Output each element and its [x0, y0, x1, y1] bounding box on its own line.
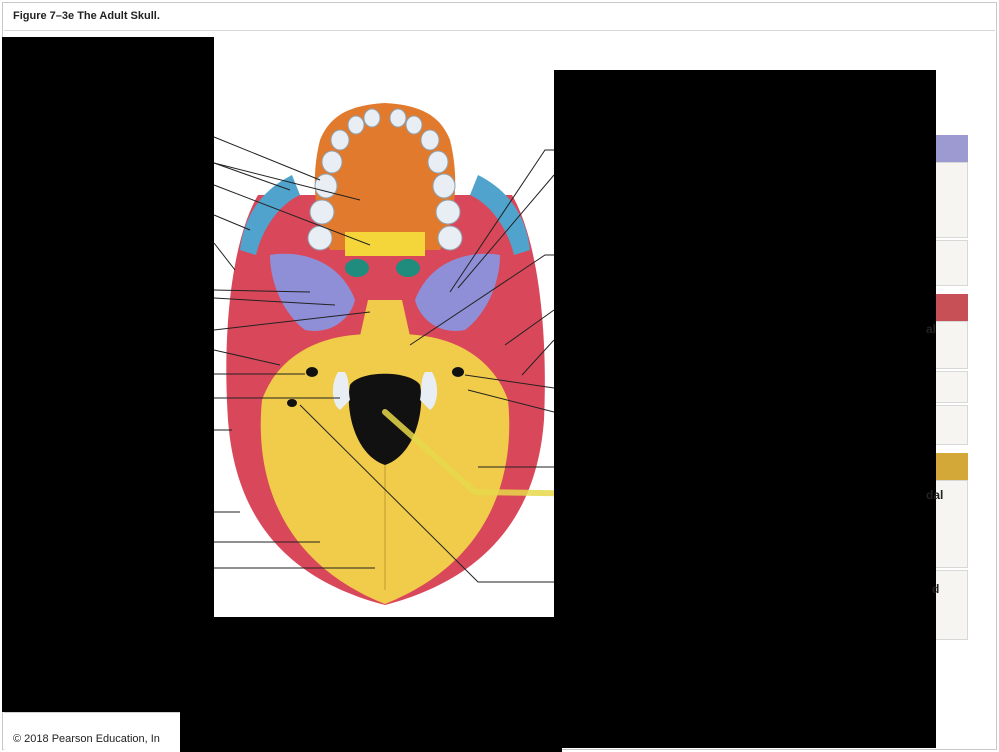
stylomastoid-foramen-left: [287, 399, 297, 407]
legend-band-purple: [936, 135, 968, 162]
legend-cell-3: [936, 321, 968, 369]
bottom-label-mask: [180, 617, 562, 752]
legend-cell-2: [936, 240, 968, 286]
right-label-mask: [554, 70, 936, 748]
legend-fragment-middle: dal: [926, 488, 944, 502]
legend-band-red: [936, 294, 968, 321]
legend-fragment-top: al: [926, 322, 937, 336]
legend-band-gold: [936, 453, 968, 480]
left-label-mask: [2, 37, 214, 712]
legend-cell-5: [936, 405, 968, 445]
palatine-bone: [345, 232, 425, 256]
jugular-foramen-left: [306, 367, 318, 377]
vomer-right-choana: [396, 259, 420, 277]
legend-cell-4: [936, 371, 968, 403]
vomer-left-choana: [345, 259, 369, 277]
jugular-foramen-right: [452, 367, 464, 377]
legend-cell-1: [936, 162, 968, 238]
legend-cell-7: [936, 570, 968, 640]
copyright-notice: © 2018 Pearson Education, In: [4, 712, 180, 752]
maxilla: [314, 103, 456, 250]
legend-fragment-bottom: d: [932, 582, 940, 596]
